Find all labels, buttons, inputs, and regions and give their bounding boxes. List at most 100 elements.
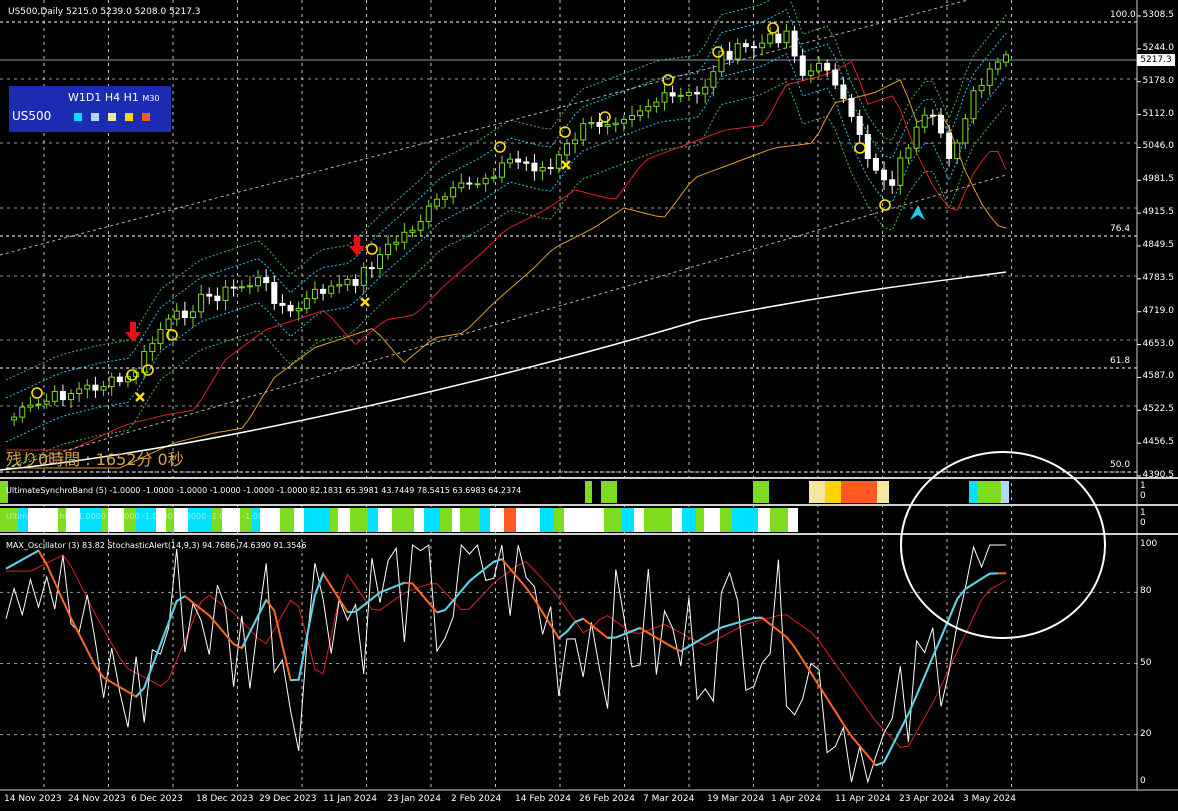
- oscillator-axis-tick: 80: [1140, 586, 1152, 597]
- time-tick: 11 Jan 2024: [323, 794, 377, 804]
- candle-body: [100, 386, 107, 391]
- price-tick: 5046.0: [1142, 141, 1175, 152]
- upper-band-green: [5, 0, 1007, 381]
- band2-label: UltimateSynchro -1.0000 -1.0000 -1.0000 …: [6, 512, 274, 521]
- bar-countdown: 残り0時間 : 1652分 0秒: [6, 450, 184, 469]
- band1-segment: [753, 481, 769, 503]
- band2-segment: [634, 508, 644, 532]
- candle-body: [816, 62, 823, 72]
- candle-body: [946, 132, 953, 159]
- candle-body: [43, 400, 50, 405]
- candle-body: [458, 182, 465, 189]
- candle-body: [791, 30, 798, 57]
- band2-segment: [696, 508, 704, 532]
- candle-body: [271, 282, 278, 304]
- candle-body: [580, 123, 587, 141]
- candle-body: [1003, 54, 1009, 63]
- candle-body: [189, 311, 196, 319]
- band1-segment: [601, 481, 617, 503]
- price-tick: 4981.5: [1142, 174, 1175, 185]
- band2-segment: [440, 508, 452, 532]
- candle-body: [206, 293, 213, 297]
- candle-body: [783, 30, 790, 44]
- band2-segment: [424, 508, 440, 532]
- band2-segment: [704, 508, 720, 532]
- candle-body: [807, 70, 814, 76]
- candle-body: [474, 183, 481, 186]
- oscillator-axis-tick: 20: [1140, 728, 1152, 739]
- candle-body: [303, 298, 310, 309]
- band2-segment: [672, 508, 682, 532]
- band1-label: UltimateSynchroBand (5) -1.0000 -1.0000 …: [6, 486, 522, 495]
- candle-body: [653, 101, 660, 107]
- band2-segment: [338, 508, 350, 532]
- exit-x-icon: [135, 392, 145, 402]
- price-tick: 4915.5: [1142, 207, 1175, 218]
- candle-body: [978, 84, 985, 92]
- signal-circle: [767, 22, 779, 34]
- timeframe-panel: W1D1 H4 H1 M30 US500: [9, 86, 171, 132]
- candle-body: [645, 105, 652, 112]
- candle-body: [352, 279, 359, 286]
- candle-body: [864, 133, 871, 159]
- band-axis-tick: 0: [1140, 491, 1146, 501]
- signal-circle: [366, 243, 378, 255]
- band2-segment: [732, 508, 758, 532]
- candle-body: [799, 55, 806, 76]
- sell-arrow-icon: [349, 236, 365, 256]
- candle-body: [742, 43, 749, 48]
- candle-body: [311, 288, 318, 300]
- price-tick: 4522.5: [1142, 404, 1175, 415]
- band-axis-tick: 1: [1140, 508, 1146, 518]
- candle-body: [840, 84, 847, 100]
- candle-body: [425, 205, 432, 223]
- candle-body: [498, 162, 505, 178]
- candle-body: [775, 33, 782, 44]
- candle-body: [547, 166, 554, 169]
- time-tick: 1 Apr 2024: [771, 794, 821, 804]
- exit-x-icon: [561, 160, 571, 170]
- symbol-title: US500,Daily 5215.0 5239.0 5208.0 5217.3: [8, 7, 201, 17]
- price-tick: 5244.0: [1142, 42, 1175, 53]
- candle-body: [702, 86, 709, 95]
- candle-body: [824, 62, 831, 71]
- candle-body: [173, 310, 180, 320]
- chart-canvas[interactable]: [0, 0, 1178, 811]
- band2-segment: [490, 508, 504, 532]
- candle-body: [490, 176, 497, 179]
- tf-square-d1: [91, 113, 99, 121]
- time-tick: 19 Mar 2024: [707, 794, 765, 804]
- band2-segment: [294, 508, 304, 532]
- band2-segment: [554, 508, 564, 532]
- candle-body: [27, 404, 34, 408]
- candle-body: [962, 118, 969, 144]
- time-tick: 26 Feb 2024: [579, 794, 636, 804]
- candle-body: [726, 50, 733, 60]
- time-tick: 18 Dec 2023: [196, 794, 254, 804]
- candle-body: [59, 391, 66, 401]
- band1-segment: [977, 481, 1001, 503]
- candle-body: [897, 157, 904, 186]
- band2-segment: [452, 508, 460, 532]
- time-tick: 2 Feb 2024: [451, 794, 502, 804]
- fib-label: 61.8: [1110, 356, 1131, 366]
- exit-x-icon: [360, 297, 370, 307]
- price-tick: 4653.0: [1142, 338, 1175, 349]
- band1-segment: [585, 481, 592, 503]
- band2-segment: [280, 508, 294, 532]
- band2-segment: [720, 508, 732, 532]
- band-axis-tick: 1: [1140, 481, 1146, 491]
- band1-segment: [1001, 481, 1009, 503]
- candle-body: [263, 277, 270, 284]
- candle-body: [970, 90, 977, 120]
- oscillator-axis-tick: 0: [1140, 776, 1146, 786]
- band2-segment: [504, 508, 516, 532]
- candle-body: [368, 267, 375, 270]
- candle-body: [848, 98, 855, 117]
- band2-segment: [516, 508, 540, 532]
- candle-body: [409, 229, 416, 233]
- candle-body: [905, 147, 912, 159]
- candle-body: [994, 61, 1001, 70]
- fib-label: 100.0: [1110, 10, 1136, 20]
- oscillator-axis-tick: 50: [1140, 657, 1152, 668]
